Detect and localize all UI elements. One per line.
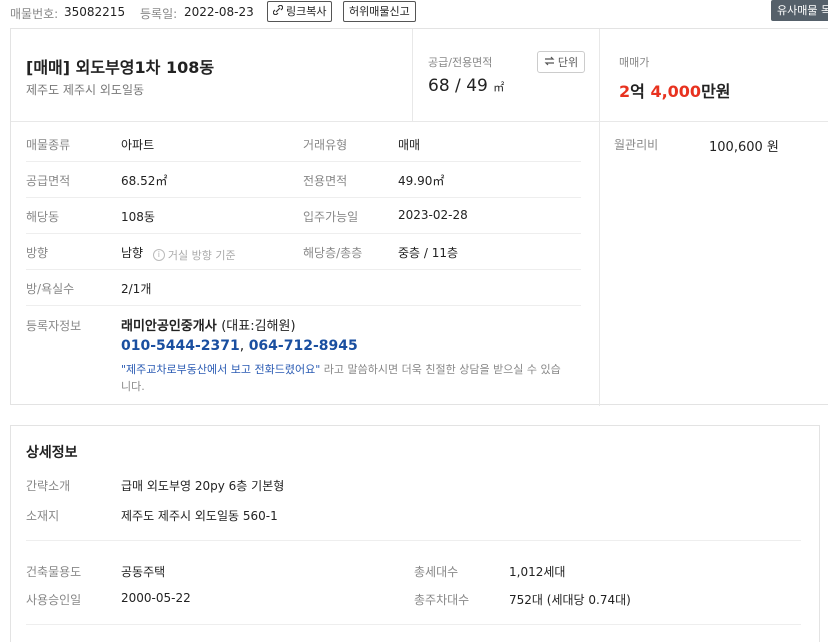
property-type-label: 매물종류 — [26, 138, 71, 152]
building: 108동 — [121, 210, 155, 224]
agent-rep: (대표:김해원) — [221, 319, 296, 334]
row-divider — [26, 233, 581, 234]
deal-type: 매매 — [398, 138, 421, 152]
direction-hint: i 거실 방향 기준 — [152, 247, 236, 263]
section-title: 상세정보 — [26, 445, 78, 461]
copy-link-label: 링크복사 — [286, 5, 327, 18]
parking-label: 총주차대수 — [414, 593, 470, 607]
phone-2[interactable]: 064-712-8945 — [249, 338, 358, 354]
exclusive-area-label: 전용면적 — [303, 174, 348, 188]
listing-meta-bar: 매물번호: 35082215 등록일: 2022-08-23 링크복사 허위매물… — [0, 0, 828, 26]
section-divider — [26, 624, 801, 625]
maintenance-fee: 100,600 원 — [709, 140, 779, 155]
agent-phones: 010-5444-2371, 064-712-8945 — [121, 338, 358, 354]
floor-label: 해당층/총층 — [303, 246, 363, 260]
floor: 중층 / 11층 — [398, 246, 459, 260]
row-divider — [26, 269, 581, 270]
households-label: 총세대수 — [414, 565, 459, 579]
agent-name: 래미안공인중개사 — [121, 319, 217, 334]
exclusive-area-value: 49 — [466, 76, 488, 96]
price-eok-num: 2 — [619, 82, 631, 101]
intro: 급매 외도부영 20py 6층 기본형 — [121, 479, 285, 493]
deal-type-label: 거래유형 — [303, 138, 348, 152]
exclusive-area: 49.90㎡ — [398, 174, 445, 188]
price-eok: 억 — [630, 82, 645, 101]
usage: 공동주택 — [121, 565, 166, 579]
supply-area: 68.52㎡ — [121, 174, 168, 188]
price-label: 매매가 — [619, 56, 650, 69]
direction-hint-text: 거실 방향 기준 — [167, 249, 236, 262]
similar-listings-button[interactable]: 유사매물 목 — [771, 0, 828, 21]
reg-date-label: 등록일: — [140, 7, 178, 21]
price-value: 2억 4,000만원 — [619, 78, 731, 102]
agent-note-quote: "제주교차로부동산에서 보고 전화드렸어요" — [121, 363, 321, 376]
direction-label: 방향 — [26, 246, 49, 260]
supply-area-value: 68 — [428, 76, 450, 96]
rooms-label: 방/욕실수 — [26, 282, 75, 296]
maintenance-label: 월관리비 — [614, 138, 659, 152]
agent-note: "제주교차로부동산에서 보고 전화드렸어요" 라고 말씀하시면 더욱 친절한 상… — [121, 361, 561, 395]
area-value: 68 / 49 ㎡ — [428, 76, 505, 96]
section-divider — [26, 540, 801, 541]
divider — [412, 29, 413, 122]
reg-date: 2022-08-23 — [184, 5, 254, 19]
divider — [599, 29, 600, 406]
location-label: 소재지 — [26, 509, 60, 523]
parking: 752대 (세대당 0.74대) — [509, 593, 631, 607]
copy-link-button[interactable]: 링크복사 — [267, 1, 333, 22]
info-icon: i — [152, 249, 165, 261]
report-label: 허위매물신고 — [349, 5, 410, 18]
row-divider — [26, 161, 581, 162]
usage-label: 건축물용도 — [26, 565, 82, 579]
report-fake-listing-button[interactable]: 허위매물신고 — [343, 1, 416, 22]
property-type: 아파트 — [121, 138, 155, 152]
approval-date: 2000-05-22 — [121, 591, 191, 605]
rooms: 2/1개 — [121, 282, 152, 296]
unit-toggle-button[interactable]: 단위 — [537, 51, 585, 73]
intro-label: 간략소개 — [26, 479, 71, 493]
approval-label: 사용승인일 — [26, 593, 82, 607]
listing-address: 제주도 제주시 외도일동 — [26, 83, 145, 97]
direction-value: 남향 i 거실 방향 기준 — [121, 244, 236, 263]
detail-info-card: 상세정보 간략소개 급매 외도부영 20py 6층 기본형 소재지 제주도 제주… — [10, 425, 820, 642]
listing-no: 35082215 — [64, 5, 126, 19]
location: 제주도 제주시 외도일동 560-1 — [121, 509, 278, 523]
agent-label: 등록자정보 — [26, 319, 82, 333]
building-label: 해당동 — [26, 210, 60, 224]
row-divider — [26, 197, 581, 198]
price-man: 만원 — [701, 82, 731, 101]
movein-label: 입주가능일 — [303, 210, 359, 224]
price-man-num: 4,000 — [650, 82, 702, 101]
listing-summary-card: [매매] 외도부영1차 108동 제주도 제주시 외도일동 공급/전용면적 68… — [10, 28, 828, 406]
direction: 남향 — [121, 246, 144, 260]
row-divider — [26, 305, 581, 306]
movein-date: 2023-02-28 — [398, 208, 468, 222]
unit-button-label: 단위 — [557, 56, 579, 69]
area-unit: ㎡ — [493, 81, 505, 94]
phone-1[interactable]: 010-5444-2371 — [121, 338, 240, 354]
listing-title: [매매] 외도부영1차 108동 — [26, 58, 215, 77]
link-icon — [272, 2, 284, 21]
households: 1,012세대 — [509, 565, 566, 579]
agent-name-line: 래미안공인중개사 (대표:김해원) — [121, 315, 296, 334]
supply-area-label: 공급면적 — [26, 174, 71, 188]
swap-icon — [544, 56, 555, 69]
area-label: 공급/전용면적 — [428, 56, 493, 69]
listing-no-label: 매물번호: — [10, 7, 59, 21]
